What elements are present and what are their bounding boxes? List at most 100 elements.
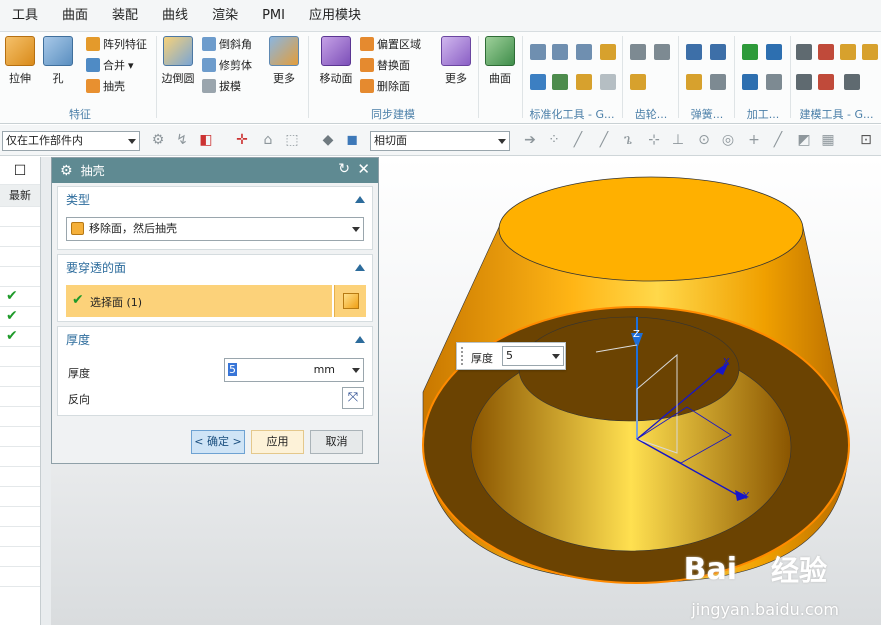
standard-tools-label[interactable]: 标准化工具 - G... <box>524 106 620 122</box>
view-fit-icon[interactable]: ⊡ <box>858 132 874 148</box>
menu-application[interactable]: 应用模块 <box>297 0 373 32</box>
segment-icon[interactable]: ╱ <box>596 132 612 148</box>
machining-tool-icon-3[interactable] <box>742 74 758 90</box>
modeling-tools-label[interactable]: 建模工具 - G... <box>792 106 881 122</box>
modeling-tool-icon-2[interactable] <box>818 44 834 60</box>
standard-tool-icon-8[interactable] <box>600 74 616 90</box>
face-select-cube-button[interactable] <box>334 285 366 317</box>
list-item[interactable]: ✔ <box>0 327 40 347</box>
standard-tool-icon-2[interactable] <box>552 44 568 60</box>
draft-button[interactable]: 拔模 <box>202 76 241 96</box>
intersection-icon[interactable]: ⊥ <box>670 132 686 148</box>
menu-curve[interactable]: 曲线 <box>150 0 200 32</box>
pierce-face-header[interactable]: 要穿透的面 <box>58 255 372 281</box>
standard-tool-icon-7[interactable] <box>576 74 592 90</box>
edge-blend-button[interactable]: 边倒圆 <box>158 36 198 86</box>
curve-icon[interactable]: ጌ <box>620 132 636 148</box>
delete-face-button[interactable]: 删除面 <box>360 76 410 96</box>
thickness-input[interactable]: 5 mm <box>224 358 364 382</box>
quadrant-icon[interactable]: ◎ <box>720 132 736 148</box>
menu-tools[interactable]: 工具 <box>0 0 50 32</box>
checkbox-icon[interactable]: ☐ <box>0 157 40 185</box>
solid-icon[interactable]: ◆ <box>320 132 336 148</box>
surface-button[interactable]: 曲面 <box>480 36 520 86</box>
select-all-icon[interactable]: ◧ <box>198 132 214 148</box>
spring-tool-icon-1[interactable] <box>686 44 702 60</box>
spring-tool-icon-4[interactable] <box>710 74 726 90</box>
menu-assembly[interactable]: 装配 <box>100 0 150 32</box>
standard-tool-icon-6[interactable] <box>552 74 568 90</box>
gear-group-label[interactable]: 齿轮... <box>624 106 678 122</box>
machining-tool-icon-4[interactable] <box>766 74 782 90</box>
thickness-callout[interactable]: 厚度 5 <box>456 342 566 370</box>
bounding-icon[interactable]: ▦ <box>820 132 836 148</box>
replace-face-button[interactable]: 替换面 <box>360 55 410 75</box>
move-face-button[interactable]: 移动面 <box>316 36 356 86</box>
modeling-tool-icon-6[interactable] <box>818 74 834 90</box>
drag-handle-icon[interactable] <box>461 347 465 365</box>
select-feature-icon[interactable]: ⌂ <box>260 132 276 148</box>
cancel-button[interactable]: 取消 <box>310 430 363 454</box>
hole-button[interactable]: 孔 <box>38 36 78 86</box>
snap-point-icon[interactable]: ⁘ <box>546 132 562 148</box>
machining-tool-icon-2[interactable] <box>766 44 782 60</box>
endpoint-icon[interactable]: ╱ <box>770 132 786 148</box>
collapse-icon[interactable] <box>355 336 365 343</box>
face-point-icon[interactable]: ◩ <box>796 132 812 148</box>
snap-icon[interactable]: ↯ <box>174 132 190 148</box>
gear-tool-icon-1[interactable] <box>630 44 646 60</box>
menu-surface[interactable]: 曲面 <box>50 0 100 32</box>
machining-tool-icon-1[interactable] <box>742 44 758 60</box>
spring-group-label[interactable]: 弹簧... <box>680 106 734 122</box>
modeling-tool-icon-4[interactable] <box>862 44 878 60</box>
gear-tool-icon-3[interactable] <box>630 74 646 90</box>
standard-tool-icon-1[interactable] <box>530 44 546 60</box>
close-icon[interactable]: ✕ <box>357 160 370 178</box>
line-icon[interactable]: ╱ <box>570 132 586 148</box>
list-item[interactable]: ✔ <box>0 307 40 327</box>
menu-render[interactable]: 渲染 <box>200 0 250 32</box>
spring-tool-icon-3[interactable] <box>686 74 702 90</box>
reverse-direction-button[interactable]: ⤧ <box>342 387 364 409</box>
spring-tool-icon-2[interactable] <box>710 44 726 60</box>
collapse-icon[interactable] <box>355 264 365 271</box>
standard-tool-icon-5[interactable] <box>530 74 546 90</box>
callout-thickness-input[interactable]: 5 <box>502 346 564 366</box>
shell-button[interactable]: 抽壳 <box>86 76 125 96</box>
menu-pmi[interactable]: PMI <box>250 0 297 32</box>
point-icon[interactable]: ✛ <box>234 132 250 148</box>
chamfer-button[interactable]: 倒斜角 <box>202 34 252 54</box>
select-face-row[interactable]: ✔ 选择面 (1) <box>66 285 332 317</box>
machining-group-label[interactable]: 加工... <box>736 106 790 122</box>
latest-header[interactable]: 最新 <box>0 185 40 207</box>
modeling-tool-icon-3[interactable] <box>840 44 856 60</box>
reset-icon[interactable]: ↻ <box>338 161 350 177</box>
more-edge-button[interactable]: 更多 <box>264 36 304 86</box>
standard-tool-icon-3[interactable] <box>576 44 592 60</box>
modeling-tool-icon-1[interactable] <box>796 44 812 60</box>
rectangle-select-icon[interactable]: ⬚ <box>284 132 300 148</box>
circle-center-icon[interactable]: ⊙ <box>696 132 712 148</box>
apply-button[interactable]: 应用 <box>251 430 304 454</box>
gear-tool-icon-2[interactable] <box>654 44 670 60</box>
pattern-feature-button[interactable]: 阵列特征 <box>86 34 147 54</box>
thickness-section-header[interactable]: 厚度 <box>58 327 372 353</box>
unite-button[interactable]: 合并 ▾ <box>86 55 134 75</box>
spline-icon[interactable]: ⊹ <box>646 132 662 148</box>
plus-icon[interactable]: + <box>746 132 762 148</box>
trim-body-button[interactable]: 修剪体 <box>202 55 252 75</box>
modeling-tool-icon-5[interactable] <box>796 74 812 90</box>
offset-region-button[interactable]: 偏置区域 <box>360 34 421 54</box>
cube-icon[interactable]: ◼ <box>344 132 360 148</box>
ok-button[interactable]: < 确定 > <box>191 430 245 454</box>
arrow-right-icon[interactable]: ➔ <box>522 132 538 148</box>
standard-tool-icon-4[interactable] <box>600 44 616 60</box>
list-item[interactable]: ✔ <box>0 287 40 307</box>
modeling-tool-icon-7[interactable] <box>844 74 860 90</box>
type-section-header[interactable]: 类型 <box>58 187 372 213</box>
filter-icon[interactable]: ⚙ <box>150 132 166 148</box>
shell-type-dropdown[interactable]: 移除面，然后抽壳 <box>66 217 364 241</box>
collapse-icon[interactable] <box>355 196 365 203</box>
extrude-button[interactable]: 拉伸 <box>0 36 40 86</box>
face-rule-dropdown[interactable]: 相切面 <box>370 131 510 151</box>
